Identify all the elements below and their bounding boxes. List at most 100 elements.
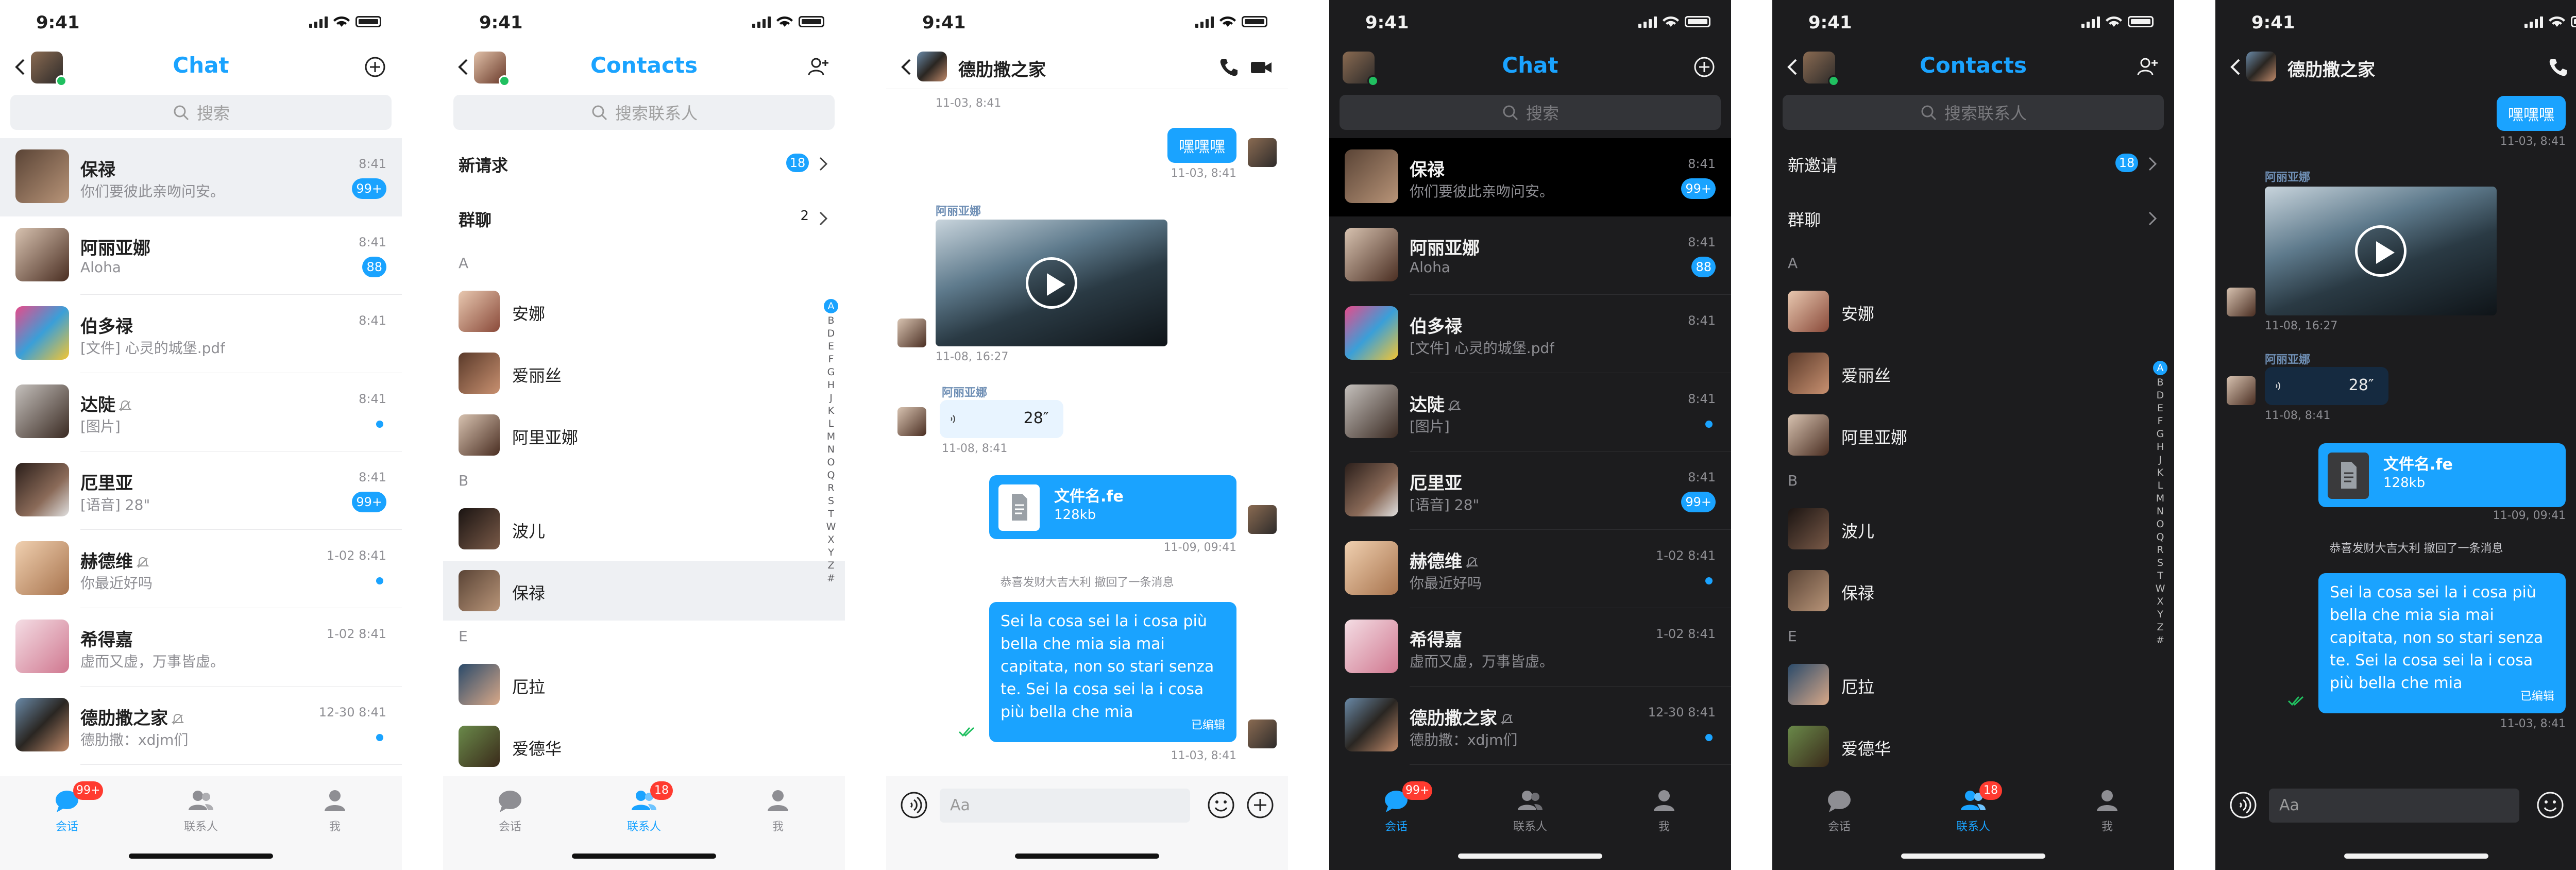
index-letter[interactable]: X (827, 534, 834, 545)
chat-row[interactable]: 赫德维 你最近好吗 1-02 8:41 (1329, 530, 1731, 608)
play-icon[interactable] (2355, 225, 2406, 277)
contact-row[interactable]: 阿里亚娜 (1772, 405, 2174, 465)
chat-row[interactable]: 希得嘉 虚而又虚，万事皆虚。 1-02 8:41 (1329, 608, 1731, 687)
index-letter[interactable]: Q (827, 470, 835, 481)
contact-row[interactable]: 爱德华 (1772, 716, 2174, 776)
index-letter[interactable]: N (2157, 506, 2164, 517)
plus-icon[interactable] (2574, 790, 2576, 821)
contact-row[interactable]: 爱丽丝 (1772, 343, 2174, 403)
index-letter[interactable]: W (2156, 583, 2165, 594)
outgoing-long-message[interactable]: Sei la cosa sei la i cosa più bella che … (2318, 573, 2566, 713)
index-letter[interactable]: H (2157, 441, 2164, 453)
tab-contacts[interactable]: 联系人 (1499, 787, 1561, 834)
index-letter[interactable]: L (828, 418, 834, 429)
search-bar[interactable]: 搜索 (1340, 95, 1721, 130)
chat-row[interactable]: 厄里亚 [语音] 28" 8:41 99+ (1329, 451, 1731, 530)
alphabet-index[interactable]: A B D E F G H J K L M N O Q R S T W X Y Z # (2153, 361, 2168, 646)
group-avatar[interactable] (2246, 52, 2276, 81)
index-letter[interactable]: L (2158, 480, 2163, 491)
new-requests-item[interactable]: 新请求 18 (443, 138, 845, 190)
voice-input-icon[interactable] (2228, 790, 2259, 821)
index-letter[interactable]: Z (827, 560, 834, 571)
chat-row[interactable]: 保禄 你们要彼此亲吻问安。 8:41 99+ (0, 138, 402, 216)
contact-row[interactable]: 阿里亚娜 (443, 405, 845, 465)
back-chevron-icon[interactable] (897, 57, 916, 77)
video-message[interactable] (2265, 187, 2497, 315)
add-circle-icon[interactable] (1693, 56, 1716, 78)
chat-row[interactable]: 赫德维 你最近好吗 1-02 8:41 (0, 530, 402, 608)
outgoing-long-message[interactable]: Sei la cosa sei la i cosa più bella che … (989, 602, 1236, 742)
index-letter[interactable]: O (827, 457, 835, 468)
index-letter[interactable]: R (2157, 544, 2163, 556)
chat-row[interactable]: 阿丽亚娜 Aloha 8:41 88 (0, 216, 402, 295)
voice-message[interactable]: 28″ (2265, 367, 2388, 405)
index-letter[interactable]: K (828, 405, 834, 416)
chat-row[interactable]: 伯多禄 [文件] 心灵的城堡.pdf 8:41 (1329, 295, 1731, 373)
index-letter[interactable]: T (828, 508, 834, 520)
index-letter[interactable]: M (827, 431, 835, 442)
chat-row[interactable]: 厄里亚 [语音] 28" 8:41 99+ (0, 451, 402, 530)
tab-contacts[interactable]: 联系人 18 (1942, 781, 2004, 834)
play-icon[interactable] (1026, 257, 1077, 309)
sender-avatar[interactable] (897, 319, 926, 347)
tab-chat[interactable]: 会话 99+ (1365, 781, 1433, 834)
index-letter[interactable]: R (827, 482, 834, 494)
index-letter[interactable]: Q (2157, 531, 2164, 543)
sender-avatar[interactable] (2227, 288, 2256, 316)
contact-row[interactable]: 波儿 (443, 499, 845, 559)
search-bar[interactable]: 搜索联系人 (453, 95, 835, 130)
tab-me[interactable]: 我 (1633, 787, 1695, 834)
outgoing-message[interactable]: 嘿嘿嘿 (2497, 96, 2566, 131)
index-letter[interactable]: X (2157, 596, 2163, 607)
index-letter[interactable]: Z (2157, 622, 2163, 633)
new-requests-item[interactable]: 新邀请 18 (1772, 138, 2174, 190)
file-message[interactable]: 文件名.fe 128kb (989, 475, 1236, 539)
chat-row[interactable]: 伯多禄 [文件] 心灵的城堡.pdf 8:41 (0, 295, 402, 373)
tab-me[interactable]: 我 (304, 787, 366, 834)
index-letter[interactable]: M (2156, 493, 2164, 504)
index-letter[interactable]: N (827, 444, 835, 455)
index-letter[interactable]: S (828, 495, 834, 507)
contact-row[interactable]: 保禄 (443, 561, 845, 621)
message-input[interactable]: Aa (940, 789, 1190, 823)
index-letter[interactable]: H (827, 379, 835, 391)
index-letter[interactable]: J (829, 392, 833, 404)
chat-row[interactable]: 达陡 [图片] 8:41 (1329, 373, 1731, 451)
search-bar[interactable]: 搜索 (10, 95, 392, 130)
index-letter[interactable]: O (2157, 518, 2164, 530)
chat-row[interactable]: 德肋撒之家 德肋撒：xdjm们 12-30 8:41 (1329, 687, 1731, 765)
tab-contacts[interactable]: 联系人 18 (613, 781, 675, 834)
index-letter[interactable]: D (827, 328, 835, 339)
tab-chat[interactable]: 会话 (1808, 787, 1870, 834)
groups-item[interactable]: 群聊 2 (443, 193, 845, 244)
index-letter[interactable]: D (2157, 390, 2164, 401)
sender-avatar[interactable] (2227, 376, 2256, 405)
alphabet-index[interactable]: A B D E F G H J K L M N O Q R S T W X Y Z # (823, 299, 839, 584)
contact-row[interactable]: 保禄 (1772, 561, 2174, 621)
contact-row[interactable]: 安娜 (1772, 281, 2174, 341)
chat-row[interactable]: 达陡 [图片] 8:41 (0, 373, 402, 451)
phone-icon[interactable] (1218, 56, 1239, 78)
index-letter[interactable]: B (2157, 377, 2163, 388)
chat-row[interactable]: 希得嘉 虚而又虚，万事皆虚。 1-02 8:41 (0, 608, 402, 687)
index-letter[interactable]: J (2159, 454, 2162, 465)
index-letter[interactable]: Y (828, 547, 834, 558)
index-letter[interactable]: G (2157, 428, 2164, 440)
back-chevron-icon[interactable] (2227, 57, 2245, 77)
group-avatar[interactable] (917, 52, 947, 81)
index-letter[interactable]: T (2157, 570, 2163, 581)
index-letter[interactable]: G (827, 366, 835, 378)
index-letter[interactable]: S (2157, 557, 2163, 568)
emoji-icon[interactable] (1206, 790, 1236, 821)
sender-avatar[interactable] (897, 407, 926, 436)
add-circle-icon[interactable] (364, 56, 386, 78)
index-letter[interactable]: # (827, 573, 835, 584)
message-input[interactable]: Aa (2269, 789, 2519, 823)
index-letter[interactable]: Y (2157, 609, 2163, 620)
add-contact-icon[interactable] (2136, 56, 2159, 78)
index-letter[interactable]: E (2157, 403, 2163, 414)
contact-row[interactable]: 厄拉 (1772, 655, 2174, 714)
index-letter[interactable]: A (824, 299, 838, 313)
contact-row[interactable]: 爱德华 (443, 716, 845, 776)
index-letter[interactable]: F (828, 354, 834, 365)
